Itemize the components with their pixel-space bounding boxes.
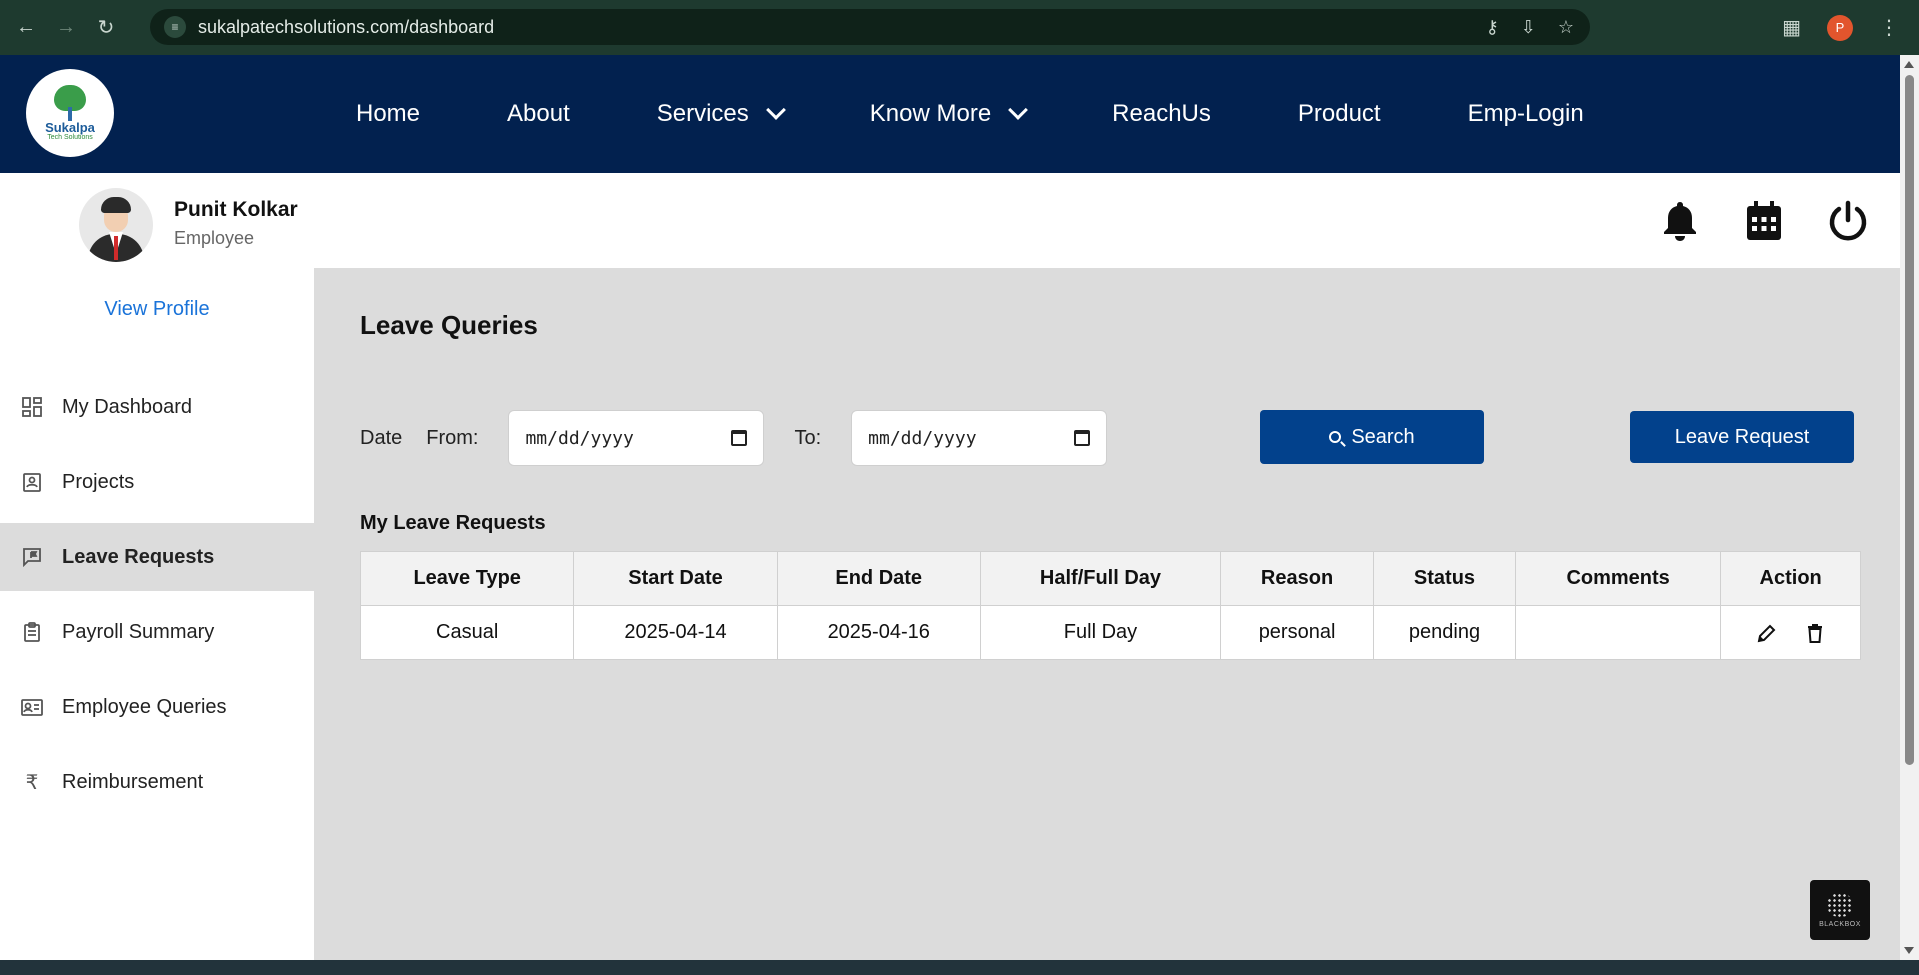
nav-services[interactable]: Services bbox=[657, 100, 786, 128]
leave-requests-title: My Leave Requests bbox=[360, 512, 546, 534]
rupee-icon: ₹ bbox=[25, 771, 39, 794]
search-icon bbox=[1329, 431, 1342, 443]
column-header: Reason bbox=[1220, 551, 1374, 606]
bell-icon[interactable] bbox=[1658, 199, 1702, 243]
browser-toolbar: ← → ↻ ≡ sukalpatechsolutions.com/dashboa… bbox=[0, 0, 1919, 55]
action-cell bbox=[1720, 605, 1861, 660]
site-info-icon[interactable]: ≡ bbox=[164, 16, 186, 38]
sidebar-item-label: My Dashboard bbox=[62, 395, 193, 418]
leave-type-cell: Casual bbox=[359, 605, 575, 660]
leave-requests-icon bbox=[20, 545, 44, 569]
start-date-cell: 2025-04-14 bbox=[573, 605, 778, 660]
sidebar-item-projects[interactable]: Projects bbox=[0, 448, 314, 516]
leave-requests-table: Leave Type Start Date End Date Half/Full… bbox=[359, 551, 1861, 660]
reload-icon[interactable]: ↻ bbox=[92, 14, 120, 42]
scroll-up-icon[interactable] bbox=[1904, 61, 1914, 68]
back-icon[interactable]: ← bbox=[12, 14, 40, 42]
blackbox-widget[interactable]: BLACKBOX bbox=[1810, 880, 1870, 940]
table-header-row: Leave Type Start Date End Date Half/Full… bbox=[359, 551, 1861, 606]
user-role: Employee bbox=[174, 228, 255, 248]
logo-brand-text: Sukalpa bbox=[45, 119, 95, 135]
key-icon[interactable]: ⚷ bbox=[1486, 17, 1499, 38]
sidebar-item-my-dashboard[interactable]: My Dashboard bbox=[0, 373, 314, 441]
end-date-cell: 2025-04-16 bbox=[776, 605, 981, 660]
comments-cell bbox=[1514, 605, 1722, 660]
page-title: Leave Queries bbox=[360, 310, 538, 340]
calendar-picker-icon[interactable] bbox=[731, 430, 748, 446]
address-bar[interactable]: ≡ sukalpatechsolutions.com/dashboard ⚷ ⇩… bbox=[150, 9, 1590, 45]
projects-icon bbox=[20, 470, 44, 494]
logo-tagline: Tech Solutions bbox=[47, 133, 93, 141]
nav-about[interactable]: About bbox=[507, 100, 570, 128]
extensions-icon[interactable]: ▦ bbox=[1782, 15, 1801, 40]
bookmark-star-icon[interactable]: ☆ bbox=[1558, 17, 1574, 38]
nav-emp-login[interactable]: Emp-Login bbox=[1468, 100, 1584, 128]
column-header: Comments bbox=[1514, 551, 1722, 606]
sidebar-item-label: Leave Requests bbox=[62, 545, 215, 568]
date-label: Date bbox=[360, 426, 403, 449]
scroll-down-icon[interactable] bbox=[1904, 947, 1914, 954]
table-row: Casual 2025-04-14 2025-04-16 Full Day pe… bbox=[359, 605, 1861, 660]
user-name: Punit Kolkar bbox=[174, 198, 298, 221]
search-button[interactable]: Search bbox=[1260, 410, 1484, 464]
calendar-icon[interactable] bbox=[1742, 199, 1786, 243]
tree-logo-icon bbox=[50, 84, 90, 121]
sidebar-item-label: Reimbursement bbox=[62, 770, 204, 793]
column-header: End Date bbox=[776, 551, 981, 606]
sidebar-item-employee-queries[interactable]: Employee Queries bbox=[0, 673, 314, 741]
scrollbar-thumb[interactable] bbox=[1905, 75, 1914, 765]
sidebar-item-payroll-summary[interactable]: Payroll Summary bbox=[0, 598, 314, 666]
view-profile-link[interactable]: View Profile bbox=[0, 298, 314, 321]
column-header: Start Date bbox=[573, 551, 778, 606]
nav-product[interactable]: Product bbox=[1298, 100, 1381, 128]
day-type-cell: Full Day bbox=[979, 605, 1222, 660]
from-date-input[interactable]: mm/dd/yyyy bbox=[508, 410, 765, 466]
calendar-picker-icon[interactable] bbox=[1074, 430, 1091, 446]
sidebar-item-leave-requests[interactable]: Leave Requests bbox=[0, 523, 314, 591]
sidebar-item-reimbursement[interactable]: ₹ Reimbursement bbox=[0, 748, 314, 816]
power-icon[interactable] bbox=[1826, 199, 1870, 243]
avatar[interactable] bbox=[79, 188, 153, 262]
sidebar-item-label: Employee Queries bbox=[62, 695, 227, 718]
sidebar: View Profile My Dashboard Projects Leave… bbox=[0, 268, 314, 960]
forward-icon[interactable]: → bbox=[52, 14, 80, 42]
sidebar-item-label: Projects bbox=[62, 470, 135, 493]
employee-queries-icon bbox=[20, 695, 44, 719]
chevron-down-icon bbox=[765, 100, 786, 120]
main-content: Leave Queries Date From: mm/dd/yyyy To: … bbox=[314, 268, 1900, 960]
status-cell: pending bbox=[1372, 605, 1516, 660]
company-logo[interactable]: Sukalpa Tech Solutions bbox=[26, 69, 114, 157]
delete-icon[interactable] bbox=[1804, 622, 1826, 644]
badge-text: BLACKBOX bbox=[1819, 920, 1861, 928]
nav-home[interactable]: Home bbox=[356, 100, 420, 128]
browser-menu-icon[interactable]: ⋮ bbox=[1879, 15, 1899, 40]
sidebar-menu: My Dashboard Projects Leave Requests Pay… bbox=[0, 373, 314, 823]
to-label: To: bbox=[794, 426, 822, 449]
profile-bar: Punit Kolkar Employee bbox=[0, 173, 1900, 268]
profile-avatar[interactable]: P bbox=[1827, 14, 1853, 41]
site-header: Sukalpa Tech Solutions Home About Servic… bbox=[0, 55, 1900, 173]
url-text: sukalpatechsolutions.com/dashboard bbox=[198, 16, 495, 37]
column-header: Leave Type bbox=[359, 551, 575, 606]
edit-icon[interactable] bbox=[1756, 622, 1778, 644]
blackbox-logo-icon bbox=[1827, 892, 1853, 917]
page-scrollbar[interactable] bbox=[1900, 55, 1919, 960]
reason-cell: personal bbox=[1220, 605, 1374, 660]
column-header: Action bbox=[1720, 551, 1861, 606]
column-header: Half/Full Day bbox=[979, 551, 1222, 606]
nav-know-more[interactable]: Know More bbox=[870, 100, 1029, 128]
window-bottom-edge bbox=[0, 960, 1919, 975]
to-date-input[interactable]: mm/dd/yyyy bbox=[851, 410, 1108, 466]
main-navigation: Home About Services Know More ReachUs Pr… bbox=[356, 55, 1671, 173]
sidebar-item-label: Payroll Summary bbox=[62, 620, 215, 643]
nav-reachus[interactable]: ReachUs bbox=[1112, 100, 1211, 128]
from-label: From: bbox=[426, 426, 479, 449]
leave-request-button[interactable]: Leave Request bbox=[1630, 411, 1854, 463]
column-header: Status bbox=[1372, 551, 1516, 606]
install-app-icon[interactable]: ⇩ bbox=[1521, 17, 1536, 38]
chevron-down-icon bbox=[1008, 100, 1029, 120]
payroll-icon bbox=[20, 620, 44, 644]
dashboard-icon bbox=[20, 395, 44, 419]
